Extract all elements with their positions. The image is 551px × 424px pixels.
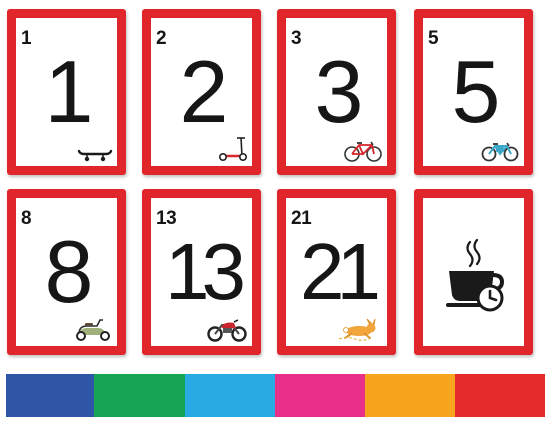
card-3[interactable]: 3 3 — [277, 9, 396, 175]
card-value: 5 — [451, 42, 501, 141]
card-value: 1 — [44, 42, 94, 141]
card-value: 2 — [179, 42, 229, 141]
motor-scooter-icon — [76, 319, 110, 341]
electric-bicycle-icon — [481, 142, 519, 162]
card-8[interactable]: 8 8 — [7, 189, 126, 355]
color-stripe-red — [455, 374, 545, 417]
kick-scooter-icon — [218, 137, 247, 161]
color-stripe-blue — [6, 374, 94, 417]
card-13[interactable]: 13 13 — [142, 189, 261, 355]
bicycle-icon — [344, 141, 382, 162]
motorcycle-icon — [207, 319, 247, 342]
card-value: 13 — [165, 227, 246, 316]
coffee-break-icon — [446, 238, 505, 312]
card-1[interactable]: 1 1 — [7, 9, 126, 175]
color-stripe-magenta — [275, 374, 365, 417]
card-value: 3 — [314, 42, 364, 141]
card-corner-value: 1 — [21, 28, 32, 49]
color-stripe-orange — [365, 374, 455, 417]
skateboard-icon — [77, 149, 113, 162]
card-21[interactable]: 21 21 — [277, 189, 396, 355]
card-corner-value: 8 — [21, 208, 32, 229]
card-2[interactable]: 2 2 — [142, 9, 261, 175]
card-corner-value: 2 — [156, 28, 167, 49]
card-corner-value: 13 — [156, 208, 177, 229]
fast-rabbit-icon — [338, 318, 376, 341]
card-coffee-break[interactable] — [414, 189, 533, 355]
card-corner-value: 21 — [291, 208, 312, 229]
card-corner-value: 5 — [428, 28, 439, 49]
color-stripe-cyan — [185, 374, 275, 417]
card-value: 21 — [300, 227, 381, 316]
card-5[interactable]: 5 5 — [414, 9, 533, 175]
color-stripe-green — [94, 374, 185, 417]
card-corner-value: 3 — [291, 28, 302, 49]
card-value: 8 — [44, 222, 94, 321]
